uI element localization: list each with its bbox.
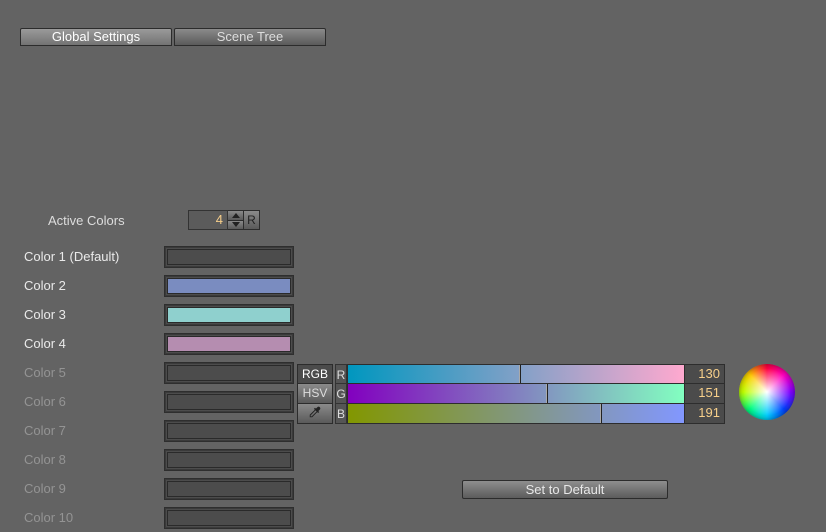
color-swatch[interactable] xyxy=(164,391,294,413)
color-row: Color 9 xyxy=(24,474,294,503)
color-label: Color 8 xyxy=(24,452,164,467)
color-row: Color 2 xyxy=(24,271,294,300)
mixer-mode-column: RGB HSV xyxy=(297,364,333,424)
color-row: Color 1 (Default) xyxy=(24,242,294,271)
tab-global-settings[interactable]: Global Settings xyxy=(20,28,172,46)
active-colors-input[interactable]: 4 xyxy=(188,210,228,230)
color-swatch[interactable] xyxy=(164,275,294,297)
color-swatch[interactable] xyxy=(164,420,294,442)
color-swatch[interactable] xyxy=(164,362,294,384)
color-label: Color 4 xyxy=(24,336,164,351)
mixer-channels: R 130 G 151 B 191 xyxy=(335,364,725,424)
set-to-default-button[interactable]: Set to Default xyxy=(462,480,668,499)
channel-row: R 130 xyxy=(335,364,725,384)
channel-slider[interactable] xyxy=(347,384,685,404)
color-label: Color 7 xyxy=(24,423,164,438)
eyedropper-button[interactable] xyxy=(297,404,333,424)
color-row: Color 6 xyxy=(24,387,294,416)
color-label: Color 6 xyxy=(24,394,164,409)
eyedropper-icon xyxy=(308,405,322,422)
channel-slider[interactable] xyxy=(347,364,685,384)
color-label: Color 9 xyxy=(24,481,164,496)
channel-slider[interactable] xyxy=(347,404,685,424)
color-swatch[interactable] xyxy=(164,333,294,355)
color-mixer-panel: RGB HSV R 130 G 151 B 191 xyxy=(297,364,795,424)
slider-handle[interactable] xyxy=(519,365,521,383)
active-colors-reset-button[interactable]: R xyxy=(244,210,260,230)
color-row: Color 5 xyxy=(24,358,294,387)
channel-value-input[interactable]: 191 xyxy=(685,404,725,424)
slider-handle[interactable] xyxy=(600,404,602,423)
active-colors-row: Active Colors 4 R xyxy=(48,210,260,230)
spinner-up[interactable] xyxy=(228,211,243,221)
color-label: Color 2 xyxy=(24,278,164,293)
mode-rgb-button[interactable]: RGB xyxy=(297,364,333,384)
channel-label: B xyxy=(335,404,347,424)
channel-value-input[interactable]: 130 xyxy=(685,364,725,384)
spinner-down[interactable] xyxy=(228,221,243,230)
color-row: Color 4 xyxy=(24,329,294,358)
color-label: Color 5 xyxy=(24,365,164,380)
color-wheel[interactable] xyxy=(739,364,795,420)
color-swatch[interactable] xyxy=(164,304,294,326)
channel-label: G xyxy=(335,384,347,404)
slider-handle[interactable] xyxy=(546,384,548,403)
channel-value-input[interactable]: 151 xyxy=(685,384,725,404)
channel-row: B 191 xyxy=(335,404,725,424)
color-swatch[interactable] xyxy=(164,449,294,471)
channel-row: G 151 xyxy=(335,384,725,404)
color-swatch[interactable] xyxy=(164,478,294,500)
color-label: Color 3 xyxy=(24,307,164,322)
tab-scene-tree[interactable]: Scene Tree xyxy=(174,28,326,46)
color-row: Color 8 xyxy=(24,445,294,474)
color-swatch[interactable] xyxy=(164,507,294,529)
channel-label: R xyxy=(335,364,347,384)
color-list: Color 1 (Default) Color 2 Color 3 Color 4 Co… xyxy=(24,242,294,532)
color-label: Color 1 (Default) xyxy=(24,249,164,264)
color-label: Color 10 xyxy=(24,510,164,525)
color-row: Color 3 xyxy=(24,300,294,329)
color-row: Color 7 xyxy=(24,416,294,445)
active-colors-label: Active Colors xyxy=(48,213,164,228)
tab-bar: Global Settings Scene Tree xyxy=(20,28,326,46)
active-colors-spinner xyxy=(228,210,244,230)
color-swatch[interactable] xyxy=(164,246,294,268)
color-row: Color 10 xyxy=(24,503,294,532)
mode-hsv-button[interactable]: HSV xyxy=(297,384,333,404)
